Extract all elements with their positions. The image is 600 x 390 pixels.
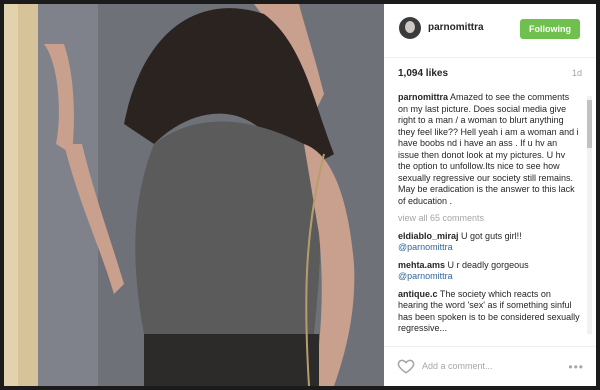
comment-bar: Add a comment... ••• xyxy=(384,346,596,386)
comment-author[interactable]: antique.c xyxy=(398,289,438,299)
view-all-comments-link[interactable]: view all 65 comments xyxy=(398,213,580,225)
comment-text: U got guts girl!! xyxy=(461,230,522,241)
caption-author[interactable]: parnomittra xyxy=(398,92,448,102)
comment-item: antique.c The society which reacts on he… xyxy=(398,289,580,335)
comment-item: eldiablo_miraj U got guts girl!! @parnom… xyxy=(398,231,580,254)
more-options-icon[interactable]: ••• xyxy=(568,360,584,374)
post-sidebar: parnomittra Following 1,094 likes 1d par… xyxy=(384,4,596,386)
heart-icon[interactable] xyxy=(397,357,415,375)
post-modal: parnomittra Following 1,094 likes 1d par… xyxy=(0,0,600,390)
scrollbar-thumb[interactable] xyxy=(587,100,592,148)
post-header: parnomittra Following xyxy=(384,4,596,58)
likes-count[interactable]: 1,094 likes xyxy=(398,68,448,79)
add-comment-input[interactable]: Add a comment... xyxy=(422,361,493,371)
post-timestamp[interactable]: 1d xyxy=(572,68,582,78)
caption: parnomittra Amazed to see the comments o… xyxy=(398,92,580,207)
comments-list: parnomittra Amazed to see the comments o… xyxy=(398,92,580,344)
comment-mention[interactable]: @parnomittra xyxy=(398,242,580,254)
comment-text: U r deadly gorgeous xyxy=(447,259,529,270)
comments-scrollbar[interactable] xyxy=(587,96,592,334)
photo-illustration xyxy=(4,4,384,386)
username-link[interactable]: parnomittra xyxy=(428,22,484,33)
comment-item: mehta.ams U r deadly gorgeous @parnomitt… xyxy=(398,260,580,283)
comment-mention[interactable]: @parnomittra xyxy=(398,271,580,283)
comment-author[interactable]: mehta.ams xyxy=(398,260,445,270)
following-button[interactable]: Following xyxy=(520,19,580,39)
caption-text: Amazed to see the comments on my last pi… xyxy=(398,92,579,206)
post-photo xyxy=(4,4,384,386)
comment-author[interactable]: eldiablo_miraj xyxy=(398,231,459,241)
avatar[interactable] xyxy=(399,17,421,39)
